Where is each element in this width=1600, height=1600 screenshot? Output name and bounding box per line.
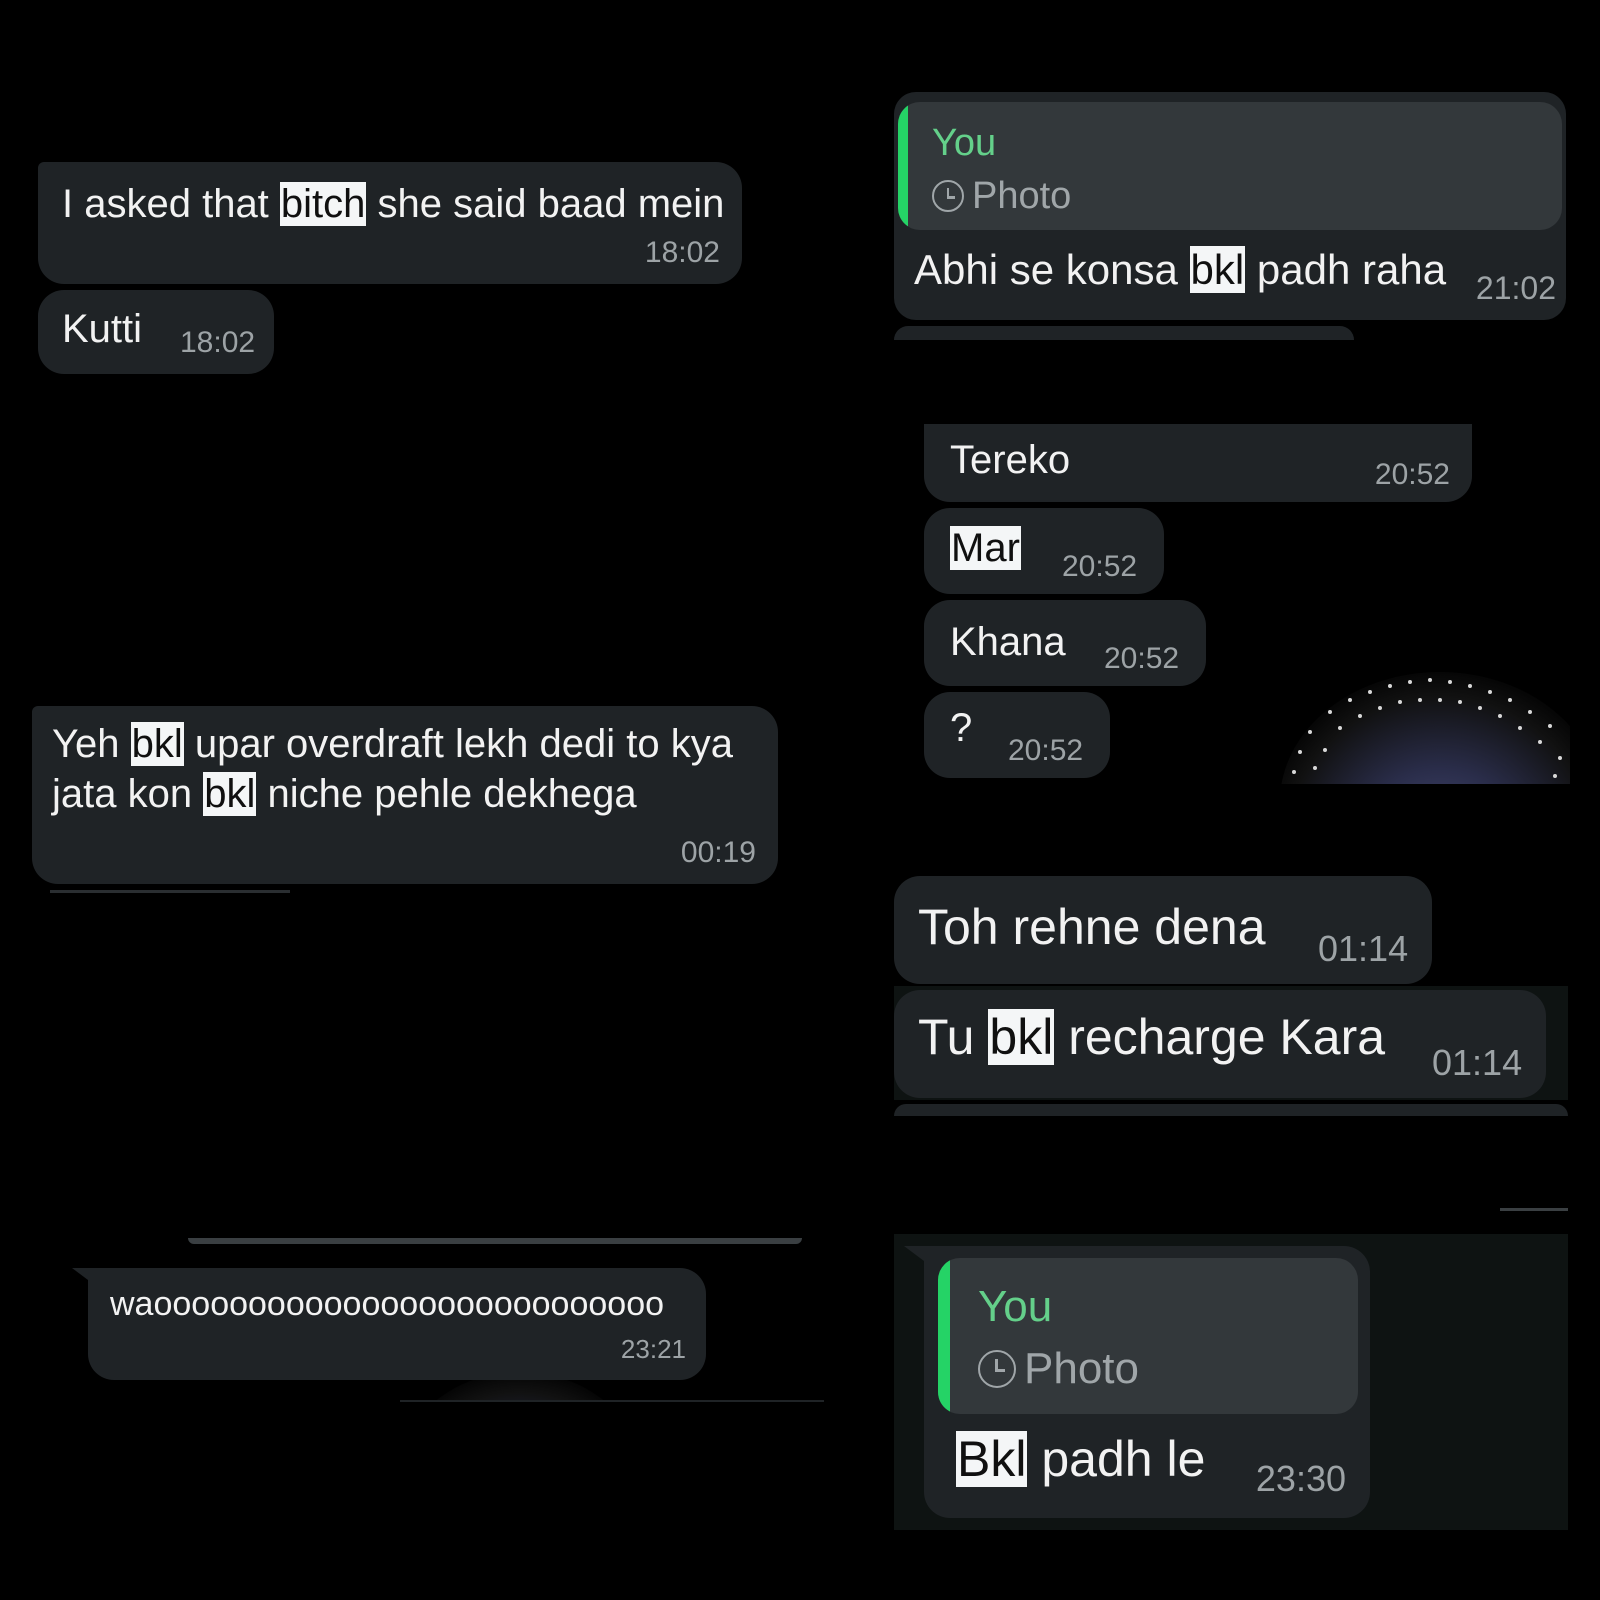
message-text: Khana <box>950 620 1066 664</box>
message-time: 23:30 <box>1255 1458 1346 1499</box>
quoted-photo-reply[interactable]: You Photo <box>938 1258 1358 1414</box>
wallpaper-fragment <box>1270 672 1570 784</box>
highlighted-word: bkl <box>988 1009 1055 1065</box>
message-text-line-1: Yeh bkl upar overdraft lekh dedi to kya <box>52 722 733 766</box>
message-text-line-2: jata kon bkl niche pehle dekhega <box>52 772 637 816</box>
message-text: Mar <box>950 520 1021 576</box>
quote-sender: You <box>978 1282 1053 1331</box>
quote-accent-bar <box>938 1258 950 1414</box>
message-bubble-tereko[interactable]: Tereko 20:52 <box>924 424 1472 502</box>
message-time: 01:14 <box>1318 928 1409 969</box>
quote-photo-label: Photo <box>932 174 1071 218</box>
cropped-bubble-edge <box>1500 1208 1568 1211</box>
message-time: 20:52 <box>1062 550 1138 583</box>
message-text: Toh rehne dena <box>918 899 1266 955</box>
message-bubble-overdraft[interactable]: Yeh bkl upar overdraft lekh dedi to kya … <box>32 706 778 884</box>
message-time: 20:52 <box>1104 642 1180 675</box>
message-text: Abhi se konsa bkl padh raha <box>914 246 1447 293</box>
quote-photo-label: Photo <box>978 1344 1139 1394</box>
message-text: Kutti <box>62 307 143 351</box>
message-bubble-mar[interactable]: Mar 20:52 <box>924 508 1164 594</box>
message-time: 00:19 <box>680 836 756 869</box>
message-time: 23:21 <box>620 1334 686 1364</box>
message-text: ? <box>950 706 973 750</box>
message-time: 01:14 <box>1432 1042 1523 1083</box>
cropped-bubble-edge <box>188 1238 802 1244</box>
cropped-bubble-edge <box>894 1104 1568 1116</box>
highlighted-word: bkl <box>203 772 257 816</box>
cropped-bubble-edge <box>50 890 290 893</box>
message-text: Tu bkl recharge Kara <box>918 1009 1386 1065</box>
view-once-icon <box>978 1350 1016 1388</box>
cropped-bubble-edge <box>894 326 1354 340</box>
message-time: 20:52 <box>1008 734 1084 767</box>
message-bubble-rehne[interactable]: Toh rehne dena 01:14 <box>894 876 1432 984</box>
cropped-bubble-edge <box>400 1400 824 1402</box>
message-text: I asked that bitch she said baad mein <box>62 182 725 226</box>
message-time: 18:02 <box>644 236 720 269</box>
highlighted-word: Bkl <box>956 1431 1028 1487</box>
quote-sender: You <box>932 122 997 164</box>
message-bubble-wao[interactable]: waooooooooooooooooooooooooooo 23:21 <box>88 1268 706 1380</box>
message-bubble-question[interactable]: ? 20:52 <box>924 692 1110 778</box>
message-text: Bkl padh le <box>956 1431 1206 1487</box>
highlighted-word: Mar <box>950 526 1021 570</box>
wallpaper-fragment <box>400 1380 640 1402</box>
message-bubble-khana[interactable]: Khana 20:52 <box>924 600 1206 686</box>
message-time: 18:02 <box>180 326 256 359</box>
message-bubble-recharge[interactable]: Tu bkl recharge Kara 01:14 <box>894 990 1546 1098</box>
view-once-icon <box>932 180 964 212</box>
message-text: Tereko <box>950 438 1071 482</box>
quoted-photo-reply[interactable]: You Photo <box>898 102 1562 230</box>
message-time: 20:52 <box>1374 458 1450 491</box>
highlighted-word: bkl <box>130 722 184 766</box>
quote-accent-bar <box>898 102 908 230</box>
reply-message-bubble[interactable]: You Photo Bkl padh le 23:30 <box>924 1246 1370 1518</box>
message-time: 21:02 <box>1475 270 1556 306</box>
highlighted-word: bitch <box>279 182 367 226</box>
highlighted-word: bkl <box>1189 246 1246 293</box>
reply-message-bubble[interactable]: You Photo Abhi se konsa bkl padh raha 21… <box>894 92 1566 320</box>
message-text: waooooooooooooooooooooooooooo <box>110 1285 665 1323</box>
message-bubble-asked[interactable]: I asked that bitch she said baad mein 18… <box>38 162 742 284</box>
message-bubble-kutti[interactable]: Kutti 18:02 <box>38 290 274 374</box>
